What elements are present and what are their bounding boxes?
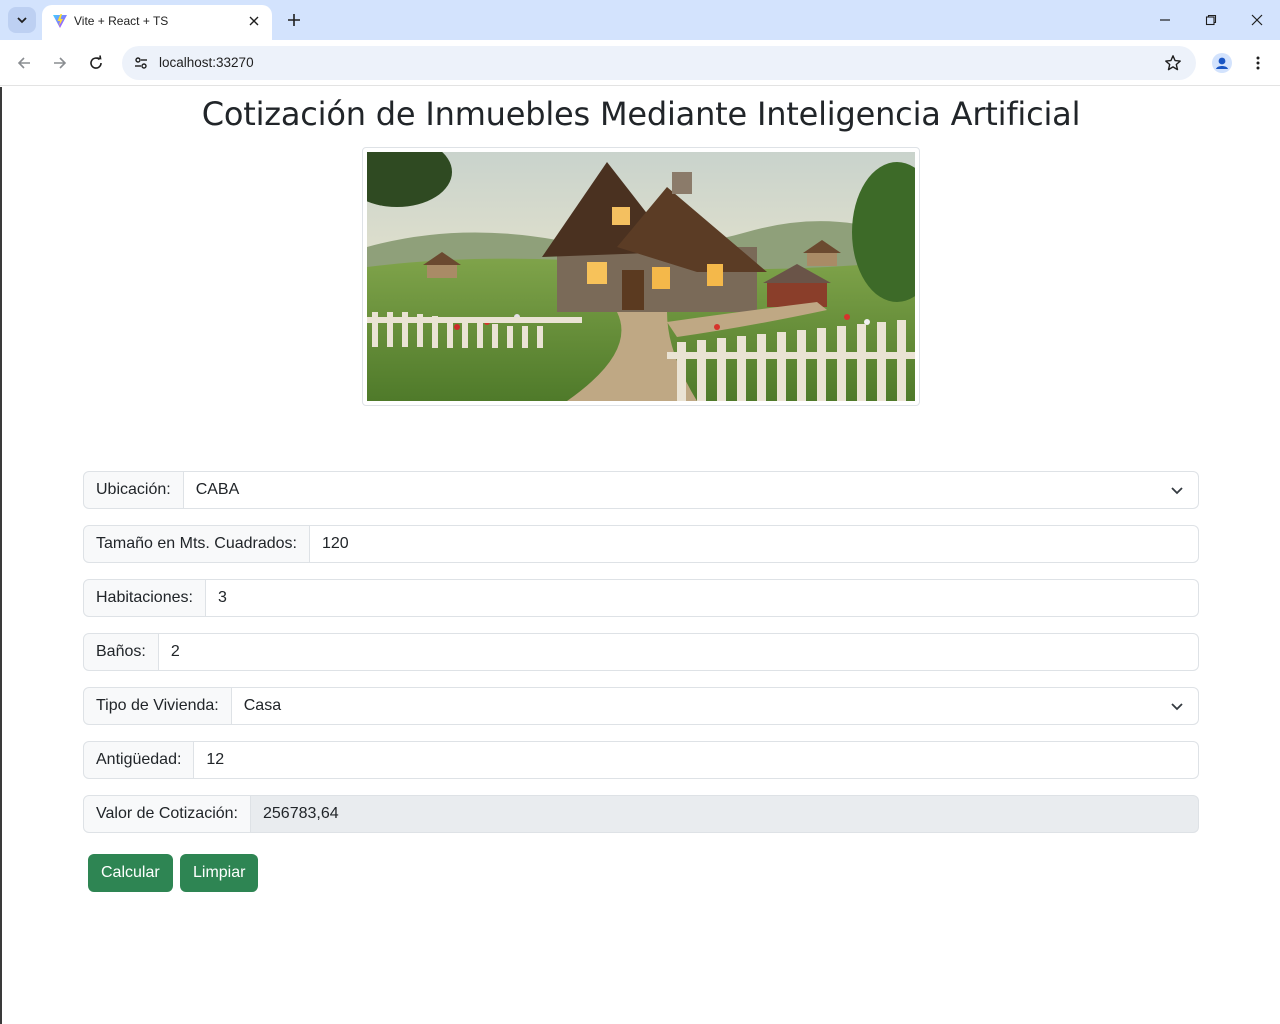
antiguedad-value: 12 <box>206 751 225 768</box>
url-text[interactable]: localhost:33270 <box>159 55 254 70</box>
kebab-menu-icon <box>1256 56 1260 70</box>
tipo-vivienda-value: Casa <box>243 697 282 714</box>
banos-input[interactable]: 2 <box>158 633 1199 671</box>
close-icon <box>249 16 259 26</box>
close-window-button[interactable] <box>1242 6 1272 34</box>
browser-toolbar: localhost:33270 <box>0 40 1280 86</box>
tune-icon <box>135 57 147 69</box>
valor-cotizacion-value: 256783,64 <box>263 805 339 822</box>
hero-image-frame <box>362 147 920 406</box>
calcular-button[interactable]: Calcular <box>88 854 173 892</box>
reload-button[interactable] <box>83 50 109 76</box>
forward-button[interactable] <box>47 50 73 76</box>
valor-cotizacion-group: Valor de Cotización: 256783,64 <box>83 795 1199 833</box>
minimize-icon <box>1160 19 1170 21</box>
arrow-right-icon <box>54 57 67 69</box>
antiguedad-group: Antigüedad: 12 <box>83 741 1199 779</box>
habitaciones-input[interactable]: 3 <box>205 579 1199 617</box>
tipo-vivienda-select[interactable]: Casa <box>231 687 1199 725</box>
banos-group: Baños: 2 <box>83 633 1199 671</box>
chevron-down-icon <box>17 17 27 24</box>
restore-icon <box>1205 14 1217 26</box>
banos-label: Baños: <box>83 633 159 671</box>
ubicacion-group: Ubicación: CABA <box>83 471 1199 509</box>
tab-list-button[interactable] <box>8 7 36 33</box>
valor-cotizacion-label: Valor de Cotización: <box>83 795 251 833</box>
tipo-vivienda-label: Tipo de Vivienda: <box>83 687 232 725</box>
restore-button[interactable] <box>1196 6 1226 34</box>
habitaciones-label: Habitaciones: <box>83 579 206 617</box>
plus-icon <box>288 14 300 26</box>
tipo-vivienda-group: Tipo de Vivienda: Casa <box>83 687 1199 725</box>
ubicacion-label: Ubicación: <box>83 471 184 509</box>
chevron-down-icon <box>1171 487 1183 495</box>
browser-tab[interactable]: Vite + React + TS <box>42 5 272 40</box>
star-icon <box>1165 55 1181 71</box>
habitaciones-value: 3 <box>217 589 227 606</box>
limpiar-button[interactable]: Limpiar <box>180 854 259 892</box>
ubicacion-select[interactable]: CABA <box>183 471 1199 509</box>
browser-tab-bar: Vite + React + TS <box>0 0 1280 40</box>
tamano-value: 120 <box>322 535 349 552</box>
banos-value: 2 <box>170 643 180 660</box>
vite-logo-icon <box>53 14 67 28</box>
back-button[interactable] <box>11 50 37 76</box>
arrow-left-icon <box>17 57 30 69</box>
site-info-button[interactable] <box>130 52 152 74</box>
countryside-house-image <box>367 152 915 401</box>
close-icon <box>1251 14 1263 26</box>
reload-icon <box>90 55 102 69</box>
tab-title: Vite + React + TS <box>74 14 169 28</box>
new-tab-button[interactable] <box>282 8 306 32</box>
tamano-input[interactable]: 120 <box>310 525 1199 563</box>
address-bar[interactable]: localhost:33270 <box>122 46 1196 80</box>
ubicacion-value: CABA <box>195 481 240 498</box>
window-edge <box>0 87 2 1024</box>
page-title: Cotización de Inmuebles Mediante Intelig… <box>201 95 1081 133</box>
profile-icon <box>1212 53 1232 73</box>
antiguedad-input[interactable]: 12 <box>194 741 1199 779</box>
close-tab-button[interactable] <box>244 11 264 31</box>
valor-cotizacion-output: 256783,64 <box>251 795 1199 833</box>
tamano-label: Tamaño en Mts. Cuadrados: <box>83 525 310 563</box>
antiguedad-label: Antigüedad: <box>83 741 195 779</box>
minimize-button[interactable] <box>1150 6 1180 34</box>
tamano-group: Tamaño en Mts. Cuadrados: 120 <box>83 525 1199 563</box>
profile-button[interactable] <box>1210 51 1234 75</box>
bookmark-button[interactable] <box>1162 52 1184 74</box>
habitaciones-group: Habitaciones: 3 <box>83 579 1199 617</box>
browser-menu-button[interactable] <box>1246 51 1270 75</box>
chevron-down-icon <box>1171 703 1183 711</box>
